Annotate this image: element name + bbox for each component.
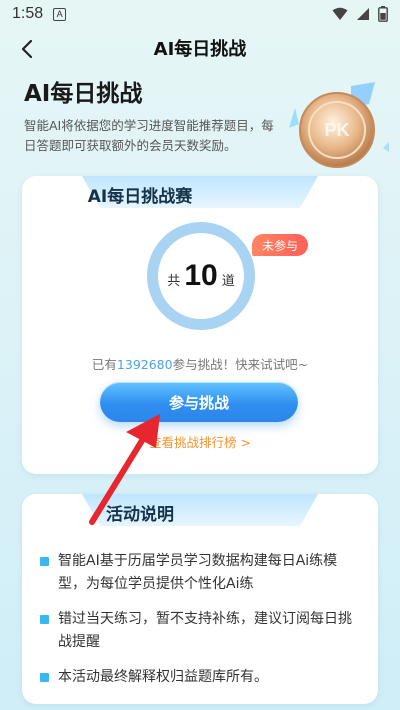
participants-text: 已有1392680参与挑战！快来试试吧~ (22, 354, 378, 373)
question-count: 10 (184, 259, 218, 292)
chevron-left-icon (21, 39, 33, 59)
signal-icon (357, 8, 369, 20)
rules-list: 智能AI基于历届学员学习数据构建每日Ai练模型，为每位学员提供个性化Ai练 错过… (40, 550, 362, 701)
rule-text: 智能AI基于历届学员学习数据构建每日Ai练模型，为每位学员提供个性化Ai练 (58, 553, 338, 592)
participants-count: 1392680 (116, 357, 173, 372)
challenge-tab-title: AI每日挑战赛 (87, 186, 193, 207)
back-button[interactable] (12, 34, 42, 64)
battery-icon (378, 6, 388, 22)
count-prefix: 共 (167, 274, 181, 289)
list-item: 本活动最终解释权归益题库所有。 (40, 666, 362, 689)
pk-medal-icon: PK (289, 82, 389, 168)
page-title: AI每日挑战 (153, 39, 247, 60)
hero-description: 智能AI将依据您的学习进度智能推荐题目，每日答题即可获取额外的会员天数奖励。 (24, 118, 274, 153)
join-challenge-button[interactable]: 参与挑战 (100, 382, 298, 422)
notification-icon: A (53, 7, 67, 21)
list-item: 错过当天练习，暂不支持补练，建议订阅每日挑战提醒 (40, 608, 362, 654)
wifi-icon (332, 7, 348, 20)
participants-suffix: 参与挑战！快来试试吧~ (172, 357, 309, 372)
medal-label: PK (324, 120, 349, 140)
rule-text: 本活动最终解释权归益题库所有。 (58, 669, 268, 685)
count-suffix: 道 (221, 274, 235, 289)
nav-bar: AI每日挑战 (0, 28, 400, 68)
question-count-ring: 共 10 道 (147, 222, 255, 330)
status-time: 1:58 (12, 5, 44, 22)
activity-tab-title: 活动说明 (106, 504, 174, 525)
challenge-card: AI每日挑战赛 共 10 道 未参与 已有1392680参与挑战！快来试试吧~ … (22, 176, 378, 474)
activity-card: 活动说明 智能AI基于历届学员学习数据构建每日Ai练模型，为每位学员提供个性化A… (22, 494, 378, 704)
participants-prefix: 已有 (91, 357, 117, 372)
rule-text: 错过当天练习，暂不支持补练，建议订阅每日挑战提醒 (58, 611, 352, 650)
list-item: 智能AI基于历届学员学习数据构建每日Ai练模型，为每位学员提供个性化Ai练 (40, 550, 362, 596)
status-badge: 未参与 (252, 234, 309, 256)
bullet-icon (40, 557, 49, 566)
status-bar: 1:58 A (0, 0, 400, 28)
bullet-icon (40, 673, 49, 682)
leaderboard-link[interactable]: 查看挑战排行榜 > (22, 432, 378, 451)
hero-title: AI每日挑战 (24, 81, 143, 107)
bullet-icon (40, 615, 49, 624)
